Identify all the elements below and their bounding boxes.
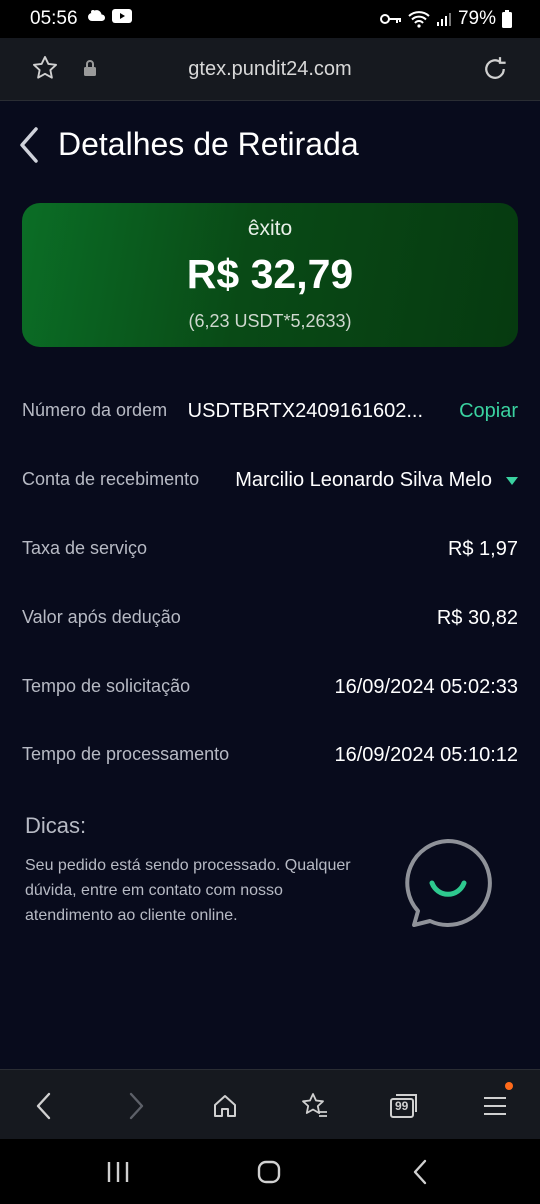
dropdown-triangle-icon[interactable] bbox=[506, 476, 518, 486]
detail-label: Tempo de processamento bbox=[22, 744, 230, 764]
detail-row-request-time: Tempo de solicitação 16/09/2024 05:02:33 bbox=[22, 676, 518, 706]
nav-forward-icon bbox=[129, 1092, 144, 1120]
copy-button[interactable]: Copiar bbox=[459, 400, 518, 423]
conversion-text: (6,23 USDT*5,2633) bbox=[188, 311, 352, 331]
chat-support-icon[interactable] bbox=[402, 837, 494, 927]
battery-percent: 79% bbox=[457, 8, 496, 29]
wifi-icon bbox=[408, 11, 430, 28]
detail-label: Valor após dedução bbox=[22, 607, 181, 627]
recents-icon bbox=[107, 1162, 129, 1182]
net-amount-value: R$ 30,82 bbox=[436, 607, 518, 629]
nav-back-icon bbox=[36, 1092, 51, 1120]
detail-label: Número da ordem bbox=[22, 400, 168, 420]
detail-row-service-fee: Taxa de serviço R$ 1,97 bbox=[22, 538, 518, 568]
processing-time-value: 16/09/2024 05:10:12 bbox=[334, 744, 518, 766]
system-home-button[interactable] bbox=[249, 1159, 289, 1185]
detail-row-net-amount: Valor após dedução R$ 30,82 bbox=[22, 607, 518, 637]
request-time-value: 16/09/2024 05:02:33 bbox=[334, 676, 518, 698]
nav-forward-button[interactable] bbox=[116, 1088, 156, 1124]
withdrawal-amount: R$ 32,79 bbox=[186, 251, 354, 297]
page-header: Detalhes de Retirada bbox=[0, 121, 540, 171]
battery-icon bbox=[502, 10, 512, 28]
reload-icon[interactable] bbox=[480, 54, 510, 84]
detail-row-receiving-account[interactable]: Conta de recebimento Marcilio Leonardo S… bbox=[22, 469, 518, 499]
system-back-button[interactable] bbox=[400, 1159, 440, 1185]
service-fee-value: R$ 1,97 bbox=[447, 538, 518, 560]
detail-label: Taxa de serviço bbox=[22, 538, 148, 558]
nav-back-button[interactable] bbox=[24, 1088, 64, 1124]
browser-bottom-nav: 99 bbox=[0, 1069, 540, 1140]
detail-row-processing-time: Tempo de processamento 16/09/2024 05:10:… bbox=[22, 744, 518, 774]
system-nav-bar bbox=[0, 1139, 540, 1204]
detail-label: Tempo de solicitação bbox=[22, 676, 191, 696]
page-title: Detalhes de Retirada bbox=[58, 126, 359, 162]
youtube-icon bbox=[112, 9, 132, 23]
bookmarks-button[interactable] bbox=[295, 1088, 335, 1124]
tabs-count: 99 bbox=[395, 1099, 409, 1113]
recents-button[interactable] bbox=[98, 1159, 138, 1185]
receiving-account-value[interactable]: Marcilio Leonardo Silva Melo bbox=[235, 469, 492, 492]
status-time: 05:56 bbox=[30, 8, 78, 29]
menu-icon bbox=[484, 1097, 506, 1115]
menu-button[interactable] bbox=[475, 1082, 515, 1124]
tips-text: Seu pedido está sendo processado. Qualqu… bbox=[25, 857, 351, 924]
home-circle-icon bbox=[257, 1160, 281, 1184]
order-number-value: USDTBRTX2409161602... bbox=[187, 400, 423, 422]
detail-row-order-number: Número da ordem USDTBRTX2409161602... Co… bbox=[22, 400, 518, 430]
browser-url-bar: gtex.pundit24.com bbox=[0, 38, 540, 101]
detail-label: Conta de recebimento bbox=[22, 469, 200, 489]
back-arrow-icon[interactable] bbox=[14, 125, 44, 165]
withdrawal-summary-card: êxito R$ 32,79 (6,23 USDT*5,2633) bbox=[22, 203, 518, 347]
tabs-button[interactable]: 99 bbox=[384, 1088, 424, 1124]
key-icon bbox=[379, 14, 401, 24]
notification-dot bbox=[505, 1082, 513, 1090]
cloud-icon bbox=[88, 10, 106, 21]
home-icon bbox=[214, 1095, 236, 1117]
url-text[interactable]: gtex.pundit24.com bbox=[0, 58, 540, 81]
status-bar: 05:56 79% bbox=[0, 0, 540, 38]
system-back-icon bbox=[413, 1159, 427, 1185]
tips-title: Dicas: bbox=[25, 813, 87, 838]
home-button[interactable] bbox=[205, 1088, 245, 1124]
signal-icon bbox=[436, 13, 451, 26]
page-content: Detalhes de Retirada êxito R$ 32,79 (6,2… bbox=[0, 101, 540, 1069]
status-text: êxito bbox=[247, 217, 293, 240]
bookmarks-icon bbox=[302, 1093, 327, 1117]
